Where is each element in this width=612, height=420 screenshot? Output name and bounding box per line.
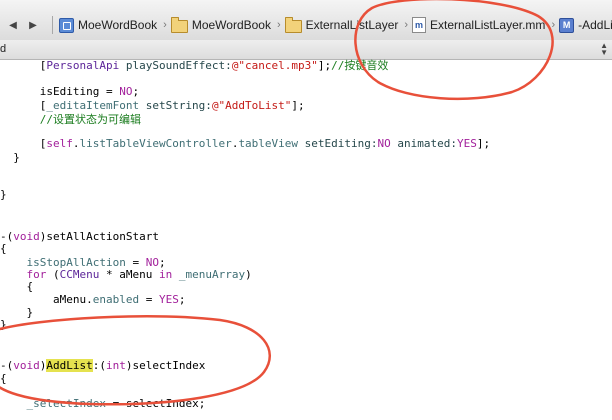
- breadcrumb: ◀ ▶ MoeWordBook › MoeWordBook › External…: [0, 14, 612, 36]
- code-line: -(void)setAllActionStart: [0, 230, 159, 243]
- chevron-right-icon: ›: [276, 19, 281, 31]
- breadcrumb-label: MoeWordBook: [191, 18, 271, 32]
- chevron-right-icon: ›: [404, 19, 409, 31]
- breadcrumb-label: -AddList:: [578, 18, 612, 32]
- code-line: _selectIndex = selectIndex;: [26, 397, 206, 410]
- jump-bar-divider: [52, 16, 53, 34]
- source-file-icon: m: [412, 17, 427, 33]
- code-line: //设置状态为可编辑: [0, 113, 141, 126]
- code-line: [self.listTableViewController.tableView …: [0, 137, 491, 150]
- jump-bar: ◀ ▶ MoeWordBook › MoeWordBook › External…: [0, 0, 612, 41]
- folder-icon: [284, 16, 302, 33]
- breadcrumb-item-file[interactable]: m ExternalListLayer.mm: [412, 17, 545, 33]
- breadcrumb-item-project[interactable]: MoeWordBook: [59, 17, 158, 33]
- code-line: {: [0, 372, 7, 385]
- highlighted-method-name: AddList: [46, 359, 93, 372]
- code-line: }: [0, 188, 7, 201]
- breadcrumb-item-folder[interactable]: ExternalListLayer: [284, 16, 399, 33]
- back-arrow-icon[interactable]: ◀: [6, 18, 20, 32]
- code-line: [PersonalApi playSoundEffect:@"cancel.mp…: [0, 59, 389, 72]
- breadcrumb-label: ExternalListLayer.mm: [430, 18, 546, 32]
- code-editor[interactable]: [PersonalApi playSoundEffect:@"cancel.mp…: [0, 59, 612, 420]
- code-line: -(void)AddList:(int)selectIndex: [0, 359, 206, 372]
- code-line: }: [0, 151, 20, 164]
- breadcrumb-item-method[interactable]: M -AddList:: [559, 17, 612, 33]
- forward-arrow-icon[interactable]: ▶: [26, 18, 40, 32]
- chevron-right-icon: ›: [163, 19, 167, 31]
- code-line: for (CCMenu * aMenu in _menuArray): [26, 268, 252, 281]
- breadcrumb-item-group[interactable]: MoeWordBook: [170, 16, 271, 33]
- breadcrumb-label: MoeWordBook: [78, 18, 158, 32]
- chevron-right-icon: ›: [551, 19, 556, 31]
- folder-icon: [170, 16, 188, 33]
- method-icon: M: [559, 17, 575, 33]
- breadcrumb-label: ExternalListLayer: [305, 18, 399, 32]
- project-icon: [59, 17, 74, 33]
- sub-bar-label[interactable]: d: [0, 43, 6, 55]
- up-down-arrows-icon[interactable]: ▲ ▼: [600, 42, 608, 57]
- code-line: }: [0, 318, 7, 331]
